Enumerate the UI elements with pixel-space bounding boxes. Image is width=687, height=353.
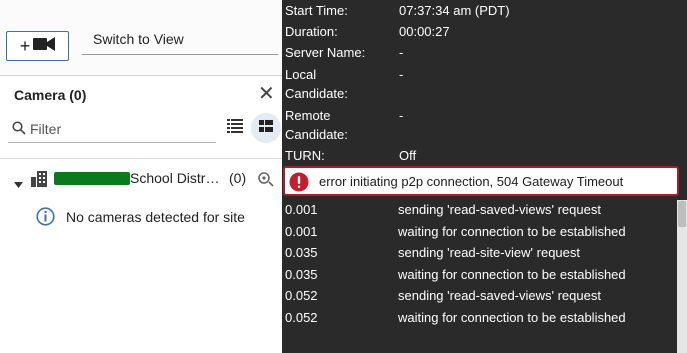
redaction-mark bbox=[54, 172, 130, 185]
caret-down-icon[interactable] bbox=[14, 175, 23, 193]
log-row: 0.035 sending 'read-site-view' request bbox=[282, 243, 676, 265]
video-camera-icon bbox=[33, 36, 56, 56]
local-candidate-value: - bbox=[399, 67, 404, 82]
log-row: 0.035 waiting for connection to be estab… bbox=[282, 265, 676, 287]
close-icon[interactable]: ✕ bbox=[258, 84, 275, 104]
switch-to-view-label[interactable]: Switch to View bbox=[93, 31, 184, 47]
log-row: 0.052 waiting for connection to be estab… bbox=[282, 308, 676, 330]
log-message: sending 'read-saved-views' request bbox=[398, 288, 601, 303]
scrollbar-thumb[interactable] bbox=[678, 201, 686, 227]
duration-value: 00:00:27 bbox=[399, 24, 450, 39]
log-time: 0.035 bbox=[285, 245, 318, 260]
building-icon bbox=[31, 171, 47, 192]
log-message: waiting for connection to be established bbox=[398, 223, 626, 239]
empty-message: No cameras detected for site bbox=[66, 209, 245, 225]
site-settings-icon[interactable] bbox=[256, 170, 274, 193]
start-time-label: Start Time: bbox=[285, 3, 348, 18]
log-message: sending 'read-site-view' request bbox=[398, 245, 580, 260]
filter-input[interactable] bbox=[30, 119, 210, 139]
duration-label: Duration: bbox=[285, 24, 338, 39]
log-time: 0.001 bbox=[285, 202, 318, 217]
log-message: sending 'read-saved-views' request bbox=[398, 202, 601, 217]
connection-details-tooltip: Start Time: 07:37:34 am (PDT) Duration: … bbox=[282, 0, 687, 353]
log-message: waiting for connection to be established bbox=[398, 266, 626, 282]
site-name: School Distr… bbox=[130, 170, 220, 186]
add-camera-button[interactable]: + bbox=[6, 31, 69, 61]
remote-candidate-label: Remote Candidate: bbox=[285, 108, 348, 142]
log-row: 0.052 sending 'read-saved-views' request bbox=[282, 286, 676, 308]
info-icon bbox=[36, 207, 55, 231]
log-time: 0.052 bbox=[285, 288, 318, 303]
event-log: 0.001 sending 'read-saved-views' request… bbox=[282, 200, 676, 329]
camera-sidebar: + Switch to View Camera (0) ✕ Filter Sch… bbox=[0, 0, 282, 353]
list-view-icon[interactable] bbox=[227, 119, 243, 138]
log-time: 0.052 bbox=[285, 309, 318, 325]
toolbar: + Switch to View bbox=[0, 0, 282, 76]
log-row: 0.001 waiting for connection to be estab… bbox=[282, 222, 676, 244]
error-icon bbox=[289, 172, 309, 195]
turn-label: TURN: bbox=[285, 148, 325, 163]
error-banner: error initiating p2p connection, 504 Gat… bbox=[283, 166, 679, 196]
site-tree-item[interactable]: School Distr… (0) bbox=[0, 168, 282, 192]
turn-value: Off bbox=[399, 148, 417, 163]
start-time-value: 07:37:34 am (PDT) bbox=[399, 3, 510, 18]
grid-view-button[interactable] bbox=[251, 113, 281, 143]
filter-underline bbox=[8, 142, 216, 143]
log-time: 0.035 bbox=[285, 266, 318, 282]
search-icon bbox=[12, 121, 26, 140]
log-row: 0.001 sending 'read-saved-views' request bbox=[282, 200, 676, 222]
server-name-label: Server Name: bbox=[285, 45, 366, 60]
site-camera-count: (0) bbox=[229, 170, 247, 186]
grid-view-icon bbox=[259, 119, 273, 137]
switch-view-underline bbox=[82, 54, 278, 55]
local-candidate-label: Local Candidate: bbox=[285, 67, 348, 101]
log-time: 0.001 bbox=[285, 223, 318, 239]
error-message: error initiating p2p connection, 504 Gat… bbox=[319, 174, 624, 189]
log-message: waiting for connection to be established bbox=[398, 309, 626, 325]
camera-panel-title: Camera (0) bbox=[14, 87, 87, 103]
server-name-value: - bbox=[399, 45, 404, 60]
divider bbox=[0, 158, 282, 159]
plus-icon: + bbox=[19, 36, 31, 56]
remote-candidate-value: - bbox=[399, 108, 404, 123]
